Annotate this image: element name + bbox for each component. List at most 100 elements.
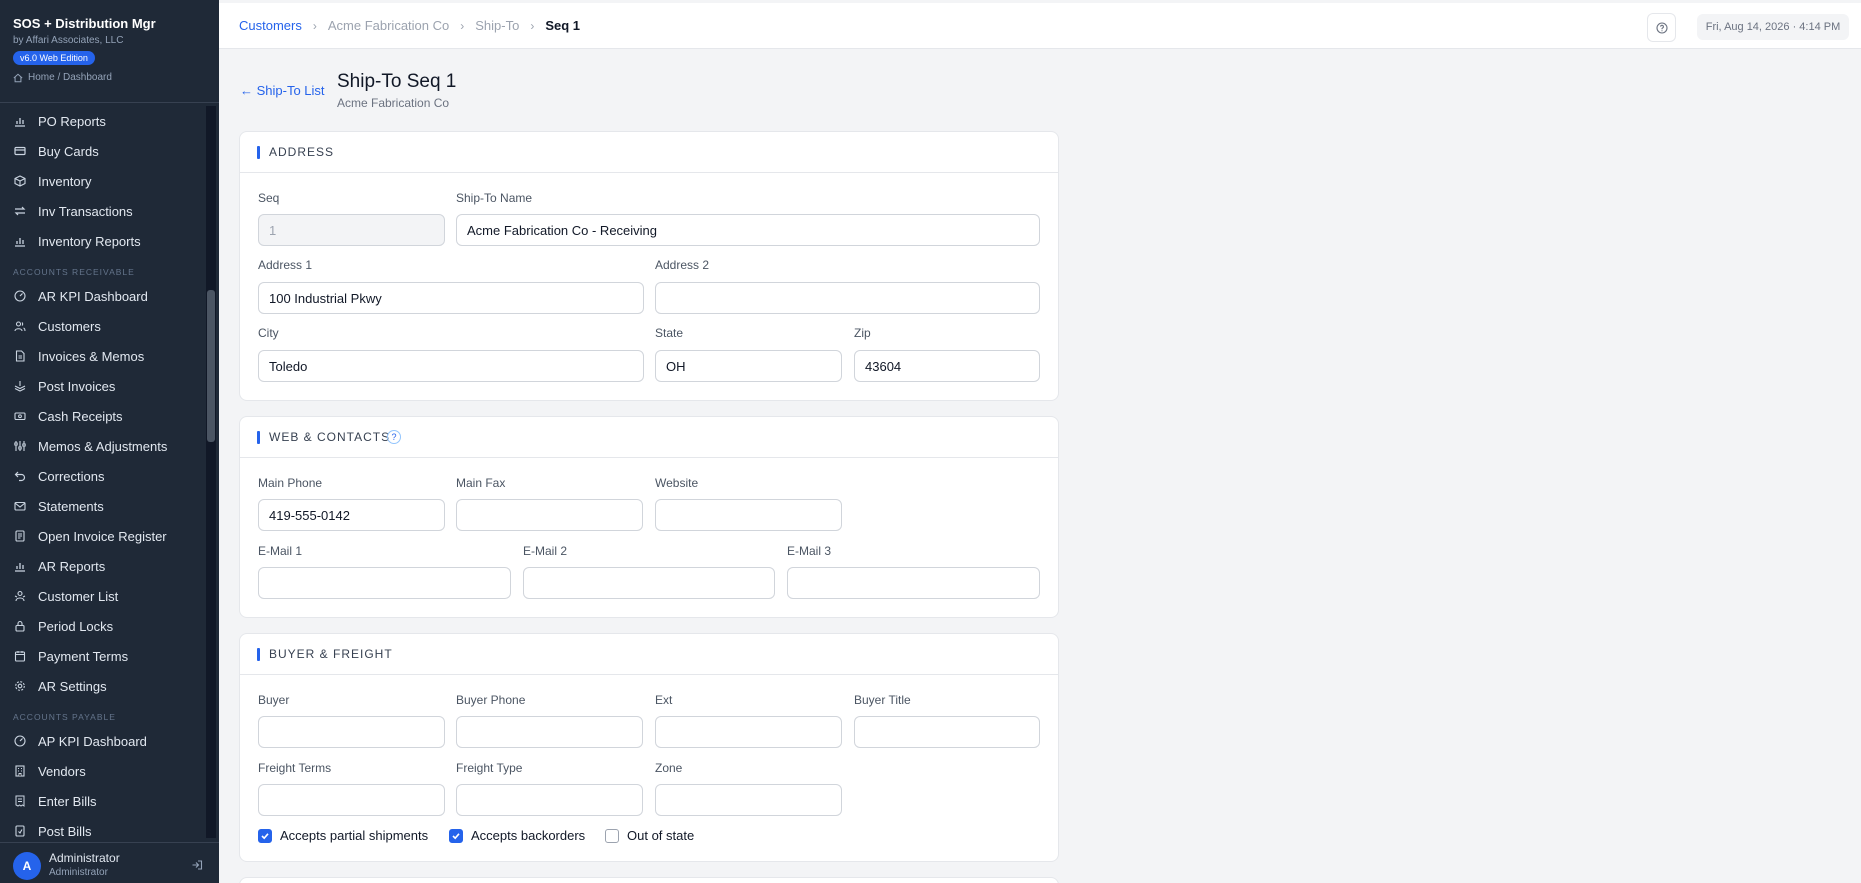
breadcrumb-customers[interactable]: Customers xyxy=(239,18,302,33)
ext-field[interactable] xyxy=(655,716,842,748)
sidebar-item-inventory-reports[interactable]: Inventory Reports xyxy=(0,226,206,256)
sidebar-item-ar-reports[interactable]: AR Reports xyxy=(0,551,206,581)
sidebar-item-ap-kpi-dashboard[interactable]: AP KPI Dashboard xyxy=(0,726,206,756)
city-field[interactable]: Toledo xyxy=(258,350,644,382)
arrows-icon xyxy=(14,206,26,216)
sidebar-item-vendors[interactable]: Vendors xyxy=(0,756,206,786)
section-accent-bar xyxy=(257,146,260,159)
ship-to-name-field[interactable]: Acme Fabrication Co - Receiving xyxy=(456,214,1040,246)
checkbox-unchecked-icon[interactable] xyxy=(605,828,619,843)
users-icon xyxy=(14,321,26,332)
card-header: BUYER & FREIGHT xyxy=(240,634,1058,675)
card-title: ADDRESS xyxy=(269,145,335,159)
zip-field[interactable]: 43604 xyxy=(854,350,1040,382)
cash-icon xyxy=(14,412,26,421)
sidebar-item-post-bills[interactable]: Post Bills xyxy=(0,816,206,838)
sidebar-item-label: Corrections xyxy=(38,468,105,484)
sidebar-item-open-invoice-register[interactable]: Open Invoice Register xyxy=(0,521,206,551)
seq-label: Seq xyxy=(258,191,280,205)
sidebar-item-label: PO Reports xyxy=(38,113,106,129)
sidebar-item-payment-terms[interactable]: Payment Terms xyxy=(0,641,206,671)
accepts-partial-shipments-checkbox[interactable]: Accepts partial shipments xyxy=(258,828,428,843)
freight-type-field[interactable] xyxy=(456,784,643,816)
sidebar-item-memos-adjustments[interactable]: Memos & Adjustments xyxy=(0,431,206,461)
email3-field[interactable] xyxy=(787,567,1040,599)
sidebar-item-customer-list[interactable]: Customer List xyxy=(0,581,206,611)
freight-terms-field[interactable] xyxy=(258,784,445,816)
mail-icon xyxy=(14,501,26,511)
sidebar-item-invoices-memos[interactable]: Invoices & Memos xyxy=(0,341,206,371)
website-field[interactable] xyxy=(655,499,842,531)
sidebar-item-label: AR KPI Dashboard xyxy=(38,288,148,304)
sidebar-item-period-locks[interactable]: Period Locks xyxy=(0,611,206,641)
sidebar-item-post-invoices[interactable]: Post Invoices xyxy=(0,371,206,401)
help-button[interactable] xyxy=(1647,13,1676,42)
home-link[interactable]: Home / Dashboard xyxy=(13,72,213,83)
chevron-right-icon: › xyxy=(312,18,317,33)
address2-field[interactable] xyxy=(655,282,1040,314)
sidebar-item-inv-transactions[interactable]: Inv Transactions xyxy=(0,196,206,226)
sidebar-scrollbar-track[interactable] xyxy=(206,106,216,838)
gear-icon xyxy=(15,681,25,691)
sidebar-item-cash-receipts[interactable]: Cash Receipts xyxy=(0,401,206,431)
zip-label: Zip xyxy=(854,326,871,340)
sidebar-item-enter-bills[interactable]: Enter Bills xyxy=(0,786,206,816)
user-role: Administrator xyxy=(49,867,108,878)
sidebar-item-customers[interactable]: Customers xyxy=(0,311,206,341)
sidebar-item-label: Enter Bills xyxy=(38,793,97,809)
user-bar: A Administrator Administrator xyxy=(0,842,219,883)
main-fax-label: Main Fax xyxy=(456,476,506,490)
sidebar-item-ar-settings[interactable]: AR Settings xyxy=(0,671,206,701)
checkbox-checked-icon[interactable] xyxy=(258,828,272,843)
sidebar-item-ar-kpi-dashboard[interactable]: AR KPI Dashboard xyxy=(0,281,206,311)
calendar-icon xyxy=(14,651,26,662)
logout-icon[interactable] xyxy=(191,859,203,871)
email2-field[interactable] xyxy=(523,567,775,599)
gauge-icon xyxy=(14,735,26,747)
checkbox-checked-icon[interactable] xyxy=(449,828,463,843)
lock-icon xyxy=(15,620,25,632)
home-icon xyxy=(13,73,23,82)
building-icon xyxy=(15,765,25,777)
next-card-edge xyxy=(239,877,1059,883)
buyer-phone-label: Buyer Phone xyxy=(456,693,526,707)
card-title: WEB & CONTACTS xyxy=(269,430,391,444)
breadcrumb-customer[interactable]: Acme Fabrication Co xyxy=(328,18,449,33)
buyer-phone-field[interactable] xyxy=(456,716,643,748)
sidebar-item-corrections[interactable]: Corrections xyxy=(0,461,206,491)
sidebar-scrollbar-thumb[interactable] xyxy=(207,290,215,442)
sidebar-item-statements[interactable]: Statements xyxy=(0,491,206,521)
sidebar-item-label: Vendors xyxy=(38,763,86,779)
address1-field[interactable]: 100 Industrial Pkwy xyxy=(258,282,644,314)
main-fax-field[interactable] xyxy=(456,499,643,531)
buyer-field[interactable] xyxy=(258,716,445,748)
state-field[interactable]: OH xyxy=(655,350,842,382)
sidebar-item-label: Post Invoices xyxy=(38,378,116,394)
address1-label: Address 1 xyxy=(258,258,313,272)
checkbox-label: Accepts partial shipments xyxy=(280,828,429,843)
sidebar-item-label: AR Reports xyxy=(38,558,106,574)
back-to-ship-to-list-link[interactable]: ← Ship-To List xyxy=(240,83,325,98)
sidebar-item-inventory[interactable]: Inventory xyxy=(0,166,206,196)
zone-field[interactable] xyxy=(655,784,842,816)
main-phone-field[interactable]: 419-555-0142 xyxy=(258,499,445,531)
sidebar: SOS + Distribution Mgr by Affari Associa… xyxy=(0,0,219,883)
section-accounts-receivable: ACCOUNTS RECEIVABLE xyxy=(13,267,135,277)
email1-field[interactable] xyxy=(258,567,511,599)
freight-terms-label: Freight Terms xyxy=(258,761,332,775)
avatar[interactable]: A xyxy=(13,852,41,880)
card-icon xyxy=(14,146,26,156)
sidebar-item-label: AP KPI Dashboard xyxy=(38,733,147,749)
section-accounts-payable: ACCOUNTS PAYABLE xyxy=(13,712,116,722)
sidebar-item-buy-cards[interactable]: Buy Cards xyxy=(0,136,206,166)
help-icon[interactable]: ? xyxy=(387,430,401,444)
sidebar-item-label: Inventory Reports xyxy=(38,233,141,249)
accepts-backorders-checkbox[interactable]: Accepts backorders xyxy=(449,828,585,843)
city-label: City xyxy=(258,326,279,340)
buyer-title-field[interactable] xyxy=(854,716,1040,748)
sidebar-item-po-reports[interactable]: PO Reports xyxy=(0,106,206,136)
breadcrumb-ship-to[interactable]: Ship-To xyxy=(475,18,519,33)
sidebar-item-label: Post Bills xyxy=(38,823,92,839)
sidebar-item-label: Memos & Adjustments xyxy=(38,438,168,454)
out-of-state-checkbox[interactable]: Out of state xyxy=(605,828,694,843)
